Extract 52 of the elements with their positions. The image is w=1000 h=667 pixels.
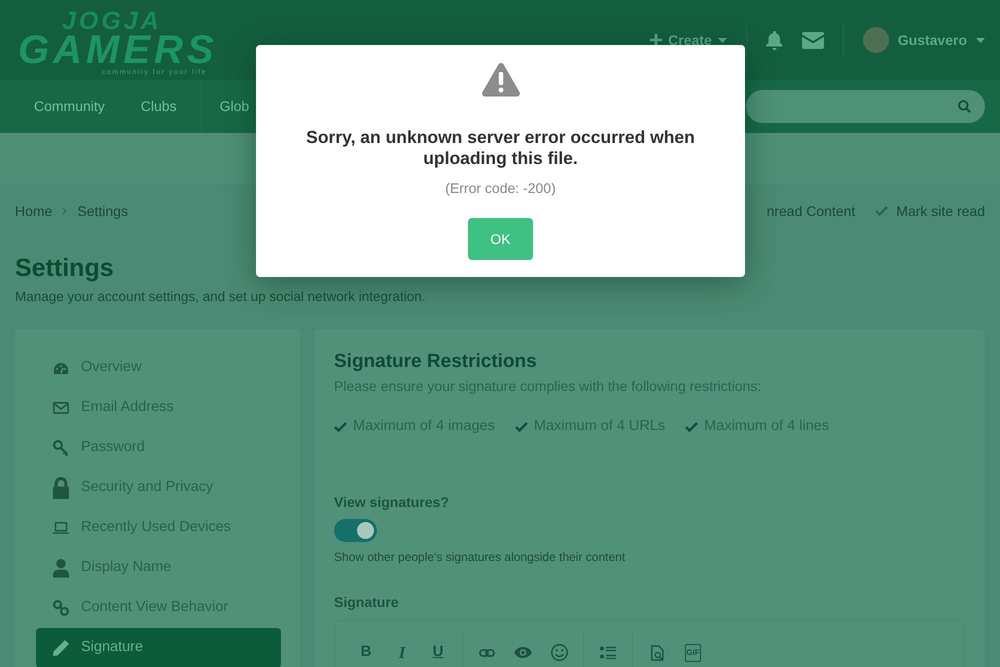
user-menu-button[interactable]: Gustavero bbox=[862, 27, 985, 53]
toggle-switch[interactable] bbox=[334, 518, 377, 542]
italic-button[interactable]: I bbox=[384, 636, 420, 667]
check-icon bbox=[875, 206, 888, 216]
unread-content-link[interactable]: nread Content bbox=[766, 200, 856, 222]
search-icon[interactable] bbox=[958, 100, 971, 113]
mail-icon[interactable] bbox=[802, 32, 824, 48]
list-icon[interactable] bbox=[600, 646, 616, 660]
breadcrumb-link[interactable]: Settings bbox=[77, 200, 128, 222]
bold-button[interactable]: B bbox=[348, 636, 384, 667]
envelope-icon bbox=[53, 402, 69, 414]
editor-field[interactable]: B I U GIF bbox=[334, 620, 965, 667]
eye-icon[interactable] bbox=[514, 647, 532, 658]
field-hint: Show other people's signatures alongside their content bbox=[334, 548, 626, 566]
avatar-icon bbox=[862, 27, 889, 53]
nav-link[interactable]: Glob bbox=[202, 80, 250, 133]
dashboard-icon bbox=[53, 362, 69, 374]
dialog-message: Sorry, an unknown server error occurred when uploading this file. bbox=[305, 127, 696, 169]
chain-icon bbox=[53, 600, 69, 616]
smiley-icon[interactable] bbox=[550, 644, 568, 662]
laptop-icon bbox=[53, 522, 69, 534]
mark-read-link[interactable]: Mark site read bbox=[896, 200, 985, 222]
chain-icon[interactable] bbox=[479, 648, 495, 657]
create-button[interactable]: Create bbox=[650, 30, 727, 50]
search-field[interactable] bbox=[746, 90, 985, 123]
ok-button[interactable]: OK bbox=[468, 218, 533, 260]
document-search-icon[interactable] bbox=[650, 644, 664, 661]
field-label: View signatures? bbox=[334, 492, 450, 512]
field-label: Signature bbox=[334, 592, 400, 612]
check-icon bbox=[514, 422, 528, 432]
lock-icon bbox=[53, 477, 69, 500]
nav-link[interactable]: Community bbox=[16, 80, 123, 133]
pencil-icon bbox=[53, 640, 69, 656]
chevron-right-icon bbox=[62, 207, 68, 215]
key-icon bbox=[53, 440, 69, 456]
page-subtitle: Manage your account settings, and set up social network integration. bbox=[15, 288, 426, 306]
error-code-text: (Error code: -200) bbox=[444, 179, 557, 198]
nav-link[interactable]: Clubs bbox=[122, 80, 195, 133]
sidebar-item[interactable]: Signature bbox=[36, 628, 281, 667]
check-icon bbox=[334, 422, 347, 432]
user-icon bbox=[53, 558, 69, 578]
page-title: Settings bbox=[15, 253, 114, 283]
underline-button[interactable]: U bbox=[420, 636, 456, 667]
plus-icon bbox=[650, 34, 662, 46]
warning-icon bbox=[482, 63, 520, 97]
section-title: Signature Restrictions bbox=[334, 350, 538, 374]
bell-icon[interactable] bbox=[766, 30, 783, 50]
breadcrumb-link[interactable]: Home bbox=[15, 200, 52, 222]
check-icon bbox=[685, 422, 698, 432]
caret-icon bbox=[976, 38, 985, 42]
caret-icon bbox=[718, 38, 727, 42]
gif-button[interactable]: GIF bbox=[685, 644, 701, 662]
